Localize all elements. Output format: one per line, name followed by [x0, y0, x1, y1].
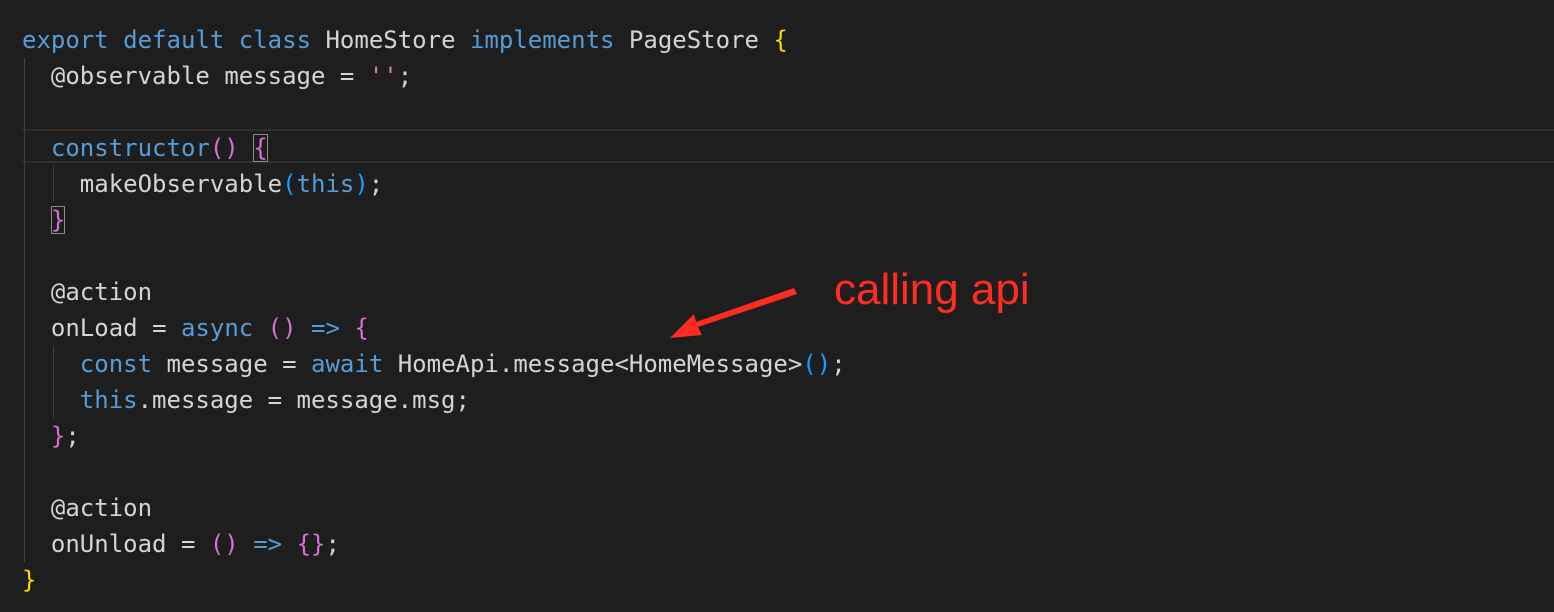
constructor-close-brace: } — [50, 206, 66, 234]
semicolon: ; — [368, 170, 384, 198]
onload-open-brace: { — [354, 314, 369, 342]
code-line-10: const message = await HomeApi.message<Ho… — [22, 346, 846, 382]
call-close-paren: ) — [354, 170, 369, 198]
arrow-operator: => — [311, 314, 340, 342]
calling-api-annotation: calling api — [834, 265, 1030, 314]
interface-name: PageStore — [628, 26, 759, 54]
code-line-2: @observable message = ''; — [22, 58, 412, 94]
constructor-keyword: constructor — [50, 134, 210, 162]
code-line-8: @action — [22, 274, 152, 310]
keyword-default: default — [123, 26, 225, 54]
action-decorator: @action — [50, 278, 153, 306]
await-keyword: await — [311, 350, 384, 378]
semicolon: ; — [325, 530, 340, 558]
keyword-export: export — [22, 26, 109, 54]
assign-operator: = — [180, 530, 196, 558]
code-line-15: onUnload = () => {}; — [22, 526, 340, 562]
code-line-4: constructor() { — [22, 130, 268, 166]
annotation-arrow-icon — [670, 288, 797, 338]
onload-parens: () — [267, 314, 297, 342]
class-open-brace: { — [773, 26, 788, 54]
code-line-14: @action — [22, 490, 152, 526]
make-observable-call: makeObservable — [79, 170, 283, 198]
action-decorator: @action — [50, 494, 153, 522]
message-assignment: .message = message.msg; — [137, 386, 470, 414]
semicolon: ; — [397, 62, 413, 90]
call-open-paren: ( — [282, 170, 297, 198]
async-keyword: async — [180, 314, 254, 342]
onunload-empty-body: {} — [296, 530, 326, 558]
semicolon: ; — [65, 422, 80, 450]
keyword-class: class — [238, 26, 312, 54]
code-line-16: } — [22, 562, 36, 598]
home-api-message-call: HomeApi.message<HomeMessage> — [397, 350, 803, 378]
this-keyword: this — [79, 386, 138, 414]
onload-method-name: onLoad — [50, 314, 138, 342]
code-line-6: } — [22, 202, 66, 238]
this-keyword: this — [296, 170, 355, 198]
code-line-9: onLoad = async () => { — [22, 310, 369, 346]
class-name: HomeStore — [325, 26, 456, 54]
constructor-parens: () — [209, 134, 239, 162]
onunload-parens: () — [209, 530, 239, 558]
code-line-1: export default class HomeStore implement… — [22, 22, 788, 58]
empty-string-literal: '' — [368, 62, 398, 90]
call-parens: () — [802, 350, 832, 378]
code-line-12: }; — [22, 418, 80, 454]
keyword-implements: implements — [469, 26, 615, 54]
assign-operator: = — [282, 350, 297, 378]
assign-operator: = — [339, 62, 355, 90]
arrow-operator: => — [253, 530, 283, 558]
onunload-method-name: onUnload — [50, 530, 167, 558]
onload-close-brace: } — [50, 422, 66, 450]
code-line-11: this.message = message.msg; — [22, 382, 470, 418]
code-line-5: makeObservable(this); — [22, 166, 383, 202]
code-editor[interactable]: export default class HomeStore implement… — [0, 0, 1554, 612]
assign-operator: = — [152, 314, 167, 342]
message-property: message — [224, 62, 326, 90]
message-variable: message — [166, 350, 268, 378]
constructor-open-brace: { — [253, 134, 268, 162]
semicolon: ; — [831, 350, 846, 378]
observable-decorator: @observable — [50, 62, 210, 90]
const-keyword: const — [79, 350, 153, 378]
class-close-brace: } — [22, 566, 37, 594]
